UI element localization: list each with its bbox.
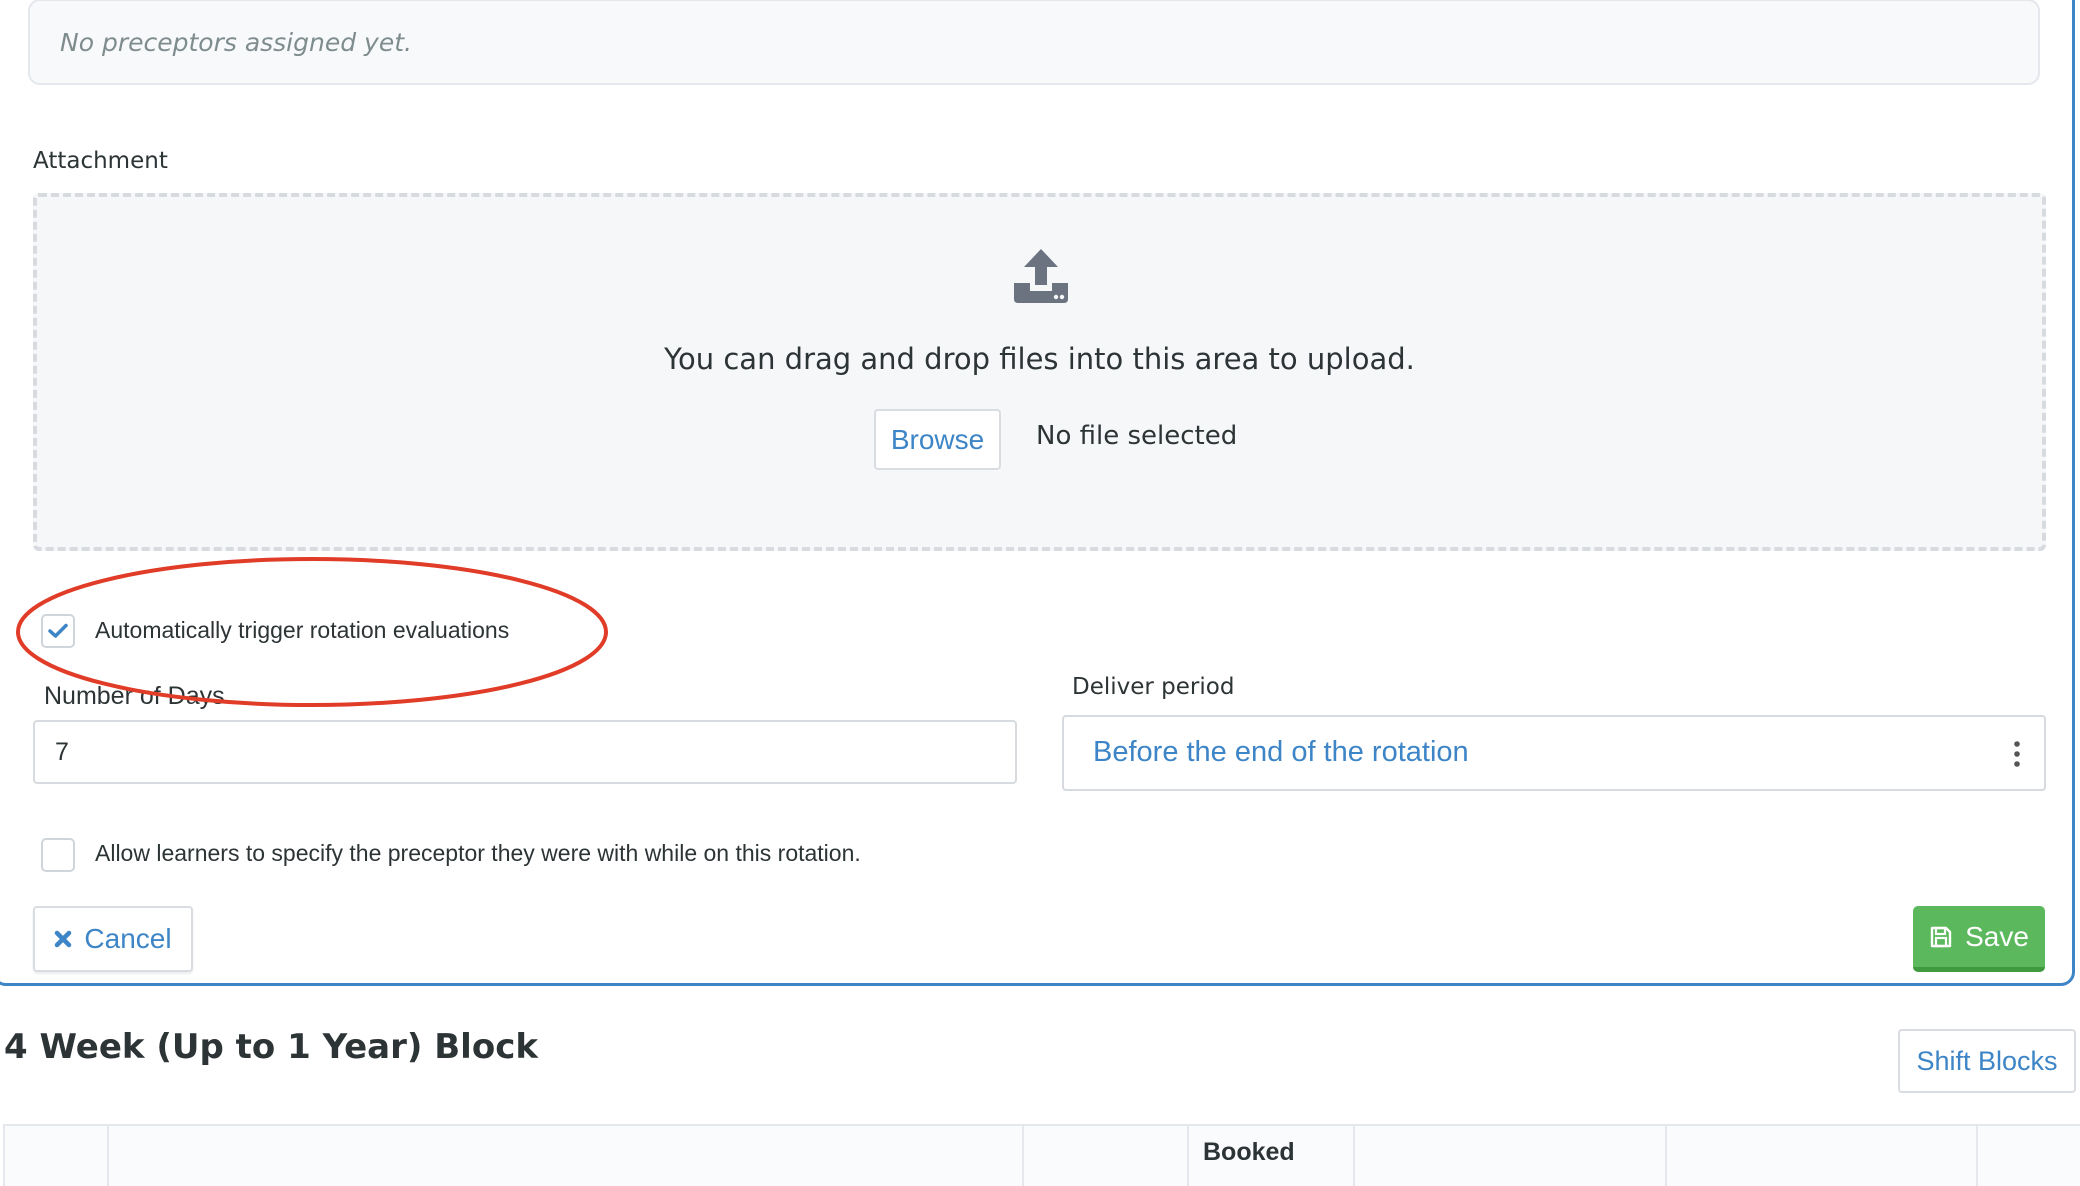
cancel-button[interactable]: Cancel (33, 906, 193, 972)
save-label: Save (1965, 920, 2029, 952)
checkmark-icon (48, 623, 68, 638)
close-icon (55, 930, 72, 948)
attachment-label: Attachment (33, 148, 168, 174)
table-header-booked: Booked (1189, 1126, 1355, 1186)
table-header-cell (109, 1126, 1024, 1186)
table-header-cell (1024, 1126, 1189, 1186)
number-of-days-input[interactable] (33, 720, 1017, 784)
auto-evaluation-label: Automatically trigger rotation evaluatio… (95, 617, 510, 643)
browse-button[interactable]: Browse (874, 409, 1001, 470)
auto-evaluation-checkbox[interactable] (41, 614, 75, 648)
cancel-label: Cancel (84, 923, 172, 954)
upload-icon (1014, 249, 1068, 303)
block-section-title: 4 Week (Up to 1 Year) Block (4, 1027, 538, 1067)
kebab-menu-icon (2014, 741, 2020, 767)
preceptor-empty-text: No preceptors assigned yet. (60, 27, 412, 57)
file-status-text: No file selected (1036, 421, 1238, 451)
deliver-period-label: Deliver period (1072, 674, 1235, 700)
table-header-cell (1978, 1126, 2080, 1186)
allow-preceptor-checkbox[interactable] (41, 838, 75, 872)
floppy-disk-icon (1930, 926, 1952, 947)
deliver-period-value: Before the end of the rotation (1093, 736, 1469, 768)
file-dropzone[interactable]: You can drag and drop files into this ar… (33, 193, 2046, 551)
allow-preceptor-label: Allow learners to specify the preceptor … (95, 840, 861, 866)
table-header-cell (5, 1126, 109, 1186)
save-button[interactable]: Save (1913, 906, 2045, 972)
dropzone-instructions: You can drag and drop files into this ar… (664, 342, 1415, 376)
number-of-days-label: Number of Days (44, 682, 225, 710)
preceptor-list: No preceptors assigned yet. (28, 0, 2040, 85)
blocks-table-header: Booked (3, 1124, 2080, 1186)
table-header-cell (1355, 1126, 1667, 1186)
deliver-period-select[interactable]: Before the end of the rotation (1062, 715, 2046, 791)
table-header-cell (1667, 1126, 1978, 1186)
shift-blocks-button[interactable]: Shift Blocks (1898, 1029, 2076, 1093)
